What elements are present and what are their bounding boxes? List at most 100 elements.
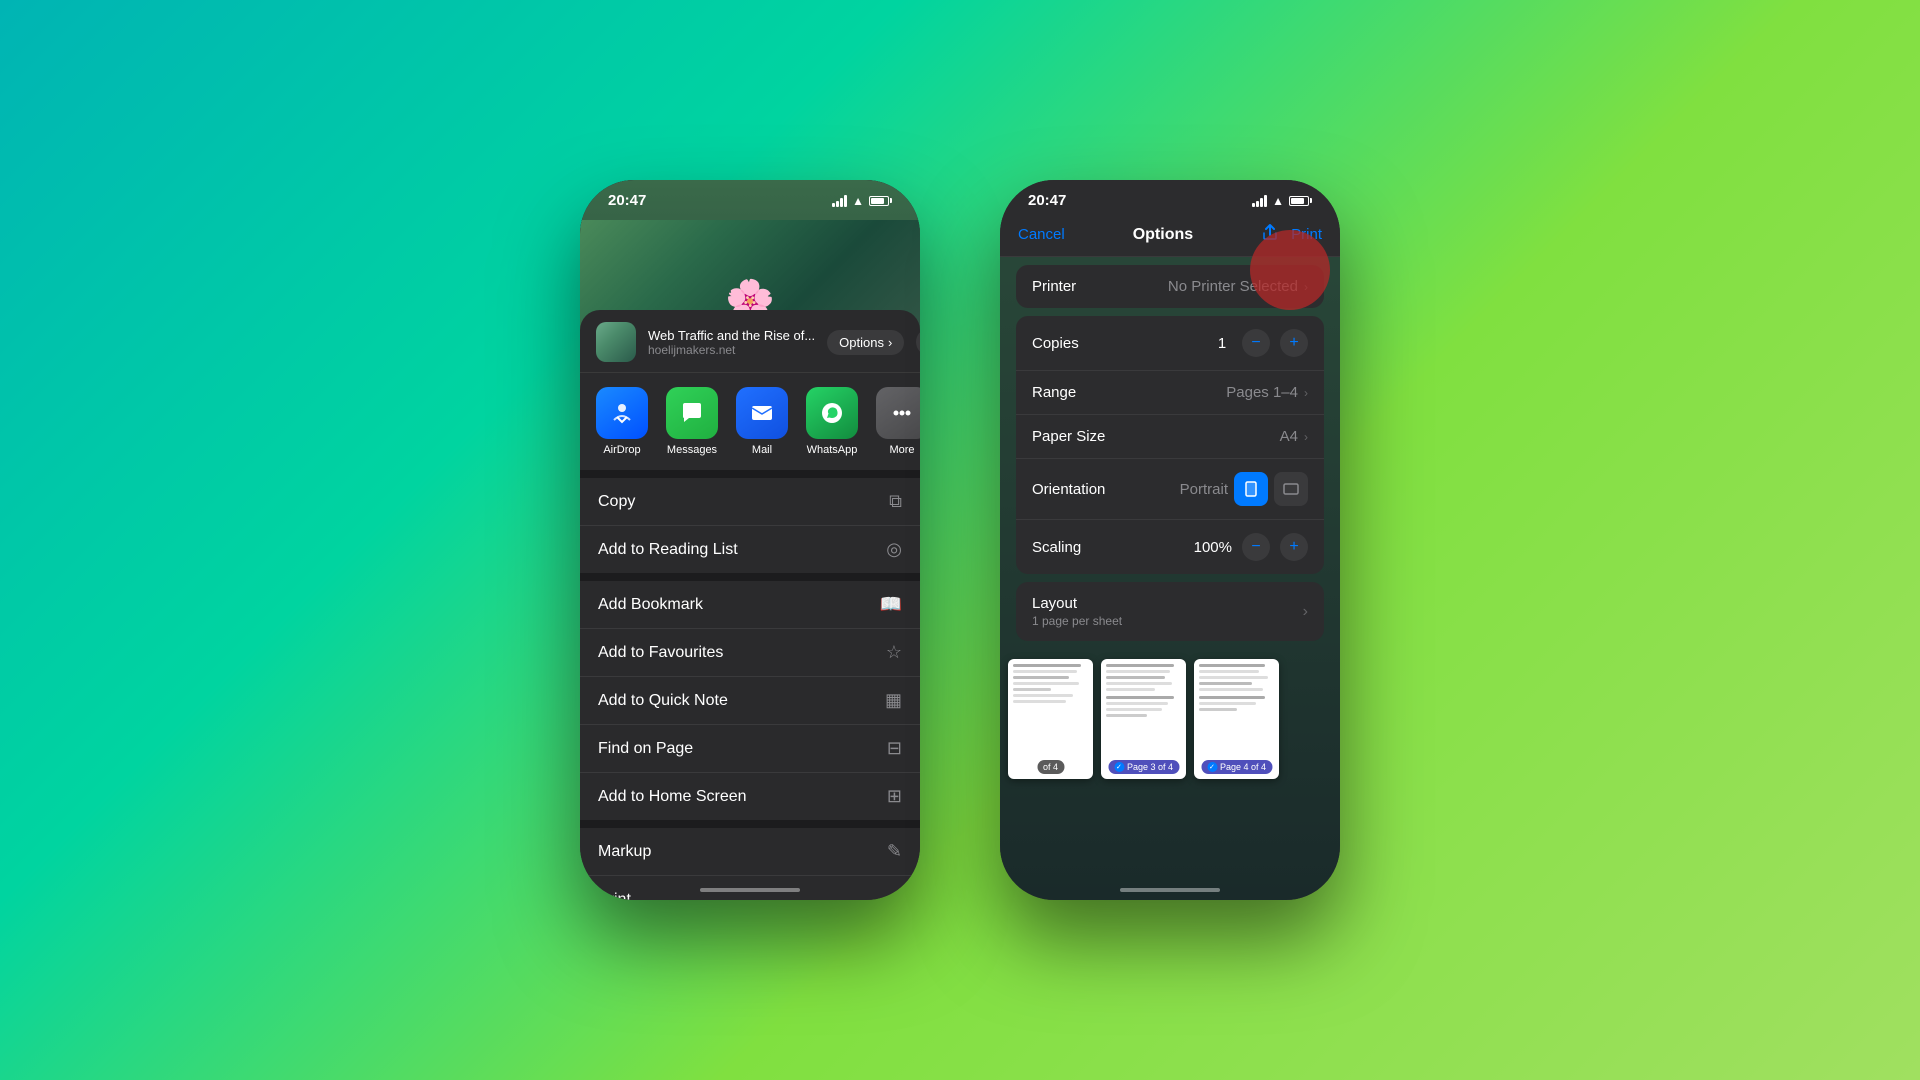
paper-chevron-icon: › bbox=[1304, 430, 1308, 444]
add-home-screen-action[interactable]: Add to Home Screen ⊞ bbox=[580, 773, 920, 820]
copies-plus-button[interactable]: + bbox=[1280, 329, 1308, 357]
whatsapp-icon bbox=[806, 387, 858, 439]
add-bookmark-action[interactable]: Add Bookmark 📖 bbox=[580, 581, 920, 629]
range-label: Range bbox=[1032, 384, 1076, 401]
landscape-button[interactable] bbox=[1274, 472, 1308, 506]
mail-icon bbox=[736, 387, 788, 439]
scaling-plus-button[interactable]: + bbox=[1280, 533, 1308, 561]
signal-icon-2 bbox=[1252, 195, 1267, 207]
share-domain: hoelijmakers.net bbox=[648, 343, 815, 357]
copies-count: 1 bbox=[1212, 335, 1232, 352]
whatsapp-share-item[interactable]: WhatsApp bbox=[806, 387, 858, 456]
scaling-label: Scaling bbox=[1032, 539, 1081, 556]
print-preview-area: of 4 bbox=[1000, 649, 1340, 789]
preview-page-3-image: ✓ Page 3 of 4 bbox=[1101, 659, 1186, 779]
status-bar-2: 20:47 ▲ bbox=[1000, 180, 1340, 213]
scaling-row: Scaling 100% − + bbox=[1016, 520, 1324, 574]
find-on-page-action[interactable]: Find on Page ⊟ bbox=[580, 725, 920, 773]
options-button[interactable]: Options › bbox=[827, 330, 904, 355]
print-icon: ⎙ bbox=[888, 889, 902, 900]
wifi-icon-1: ▲ bbox=[852, 194, 864, 208]
battery-icon-2 bbox=[1289, 196, 1312, 206]
cancel-button[interactable]: Cancel bbox=[1018, 226, 1065, 243]
check-3-icon: ✓ bbox=[1114, 762, 1124, 772]
preview-page-3[interactable]: ✓ Page 3 of 4 bbox=[1101, 659, 1186, 779]
add-bookmark-label: Add Bookmark bbox=[598, 596, 703, 614]
mail-share-item[interactable]: Mail bbox=[736, 387, 788, 456]
highlight-circle bbox=[1250, 230, 1330, 310]
layout-section: Layout 1 page per sheet › bbox=[1016, 582, 1324, 641]
reading-list-label: Add to Reading List bbox=[598, 541, 738, 559]
add-favourites-action[interactable]: Add to Favourites ☆ bbox=[580, 629, 920, 677]
paper-size-value-area: A4 › bbox=[1280, 428, 1308, 445]
preview-page-4[interactable]: ✓ Page 4 of 4 bbox=[1194, 659, 1279, 779]
add-favourites-label: Add to Favourites bbox=[598, 644, 723, 662]
messages-share-item[interactable]: Messages bbox=[666, 387, 718, 456]
paper-size-row[interactable]: Paper Size A4 › bbox=[1016, 415, 1324, 459]
close-button[interactable]: × bbox=[916, 328, 920, 356]
add-quick-note-label: Add to Quick Note bbox=[598, 692, 728, 710]
messages-icon bbox=[666, 387, 718, 439]
status-bar-1: 20:47 ▲ bbox=[580, 180, 920, 213]
share-action-list: Copy ⧉ Add to Reading List ◎ bbox=[580, 478, 920, 573]
layout-text: Layout 1 page per sheet bbox=[1032, 595, 1122, 628]
preview-page-2-image: of 4 bbox=[1008, 659, 1093, 779]
share-page-title: Web Traffic and the Rise of... bbox=[648, 328, 815, 343]
copy-action[interactable]: Copy ⧉ bbox=[580, 478, 920, 526]
time-1: 20:47 bbox=[608, 192, 646, 209]
phone-1: 🌸 20:47 ▲ bbox=[580, 180, 920, 900]
layout-sublabel: 1 page per sheet bbox=[1032, 614, 1122, 628]
share-header: Web Traffic and the Rise of... hoelijmak… bbox=[580, 310, 920, 373]
markup-action[interactable]: Markup ✎ bbox=[580, 828, 920, 876]
reading-list-action[interactable]: Add to Reading List ◎ bbox=[580, 526, 920, 573]
layout-label: Layout bbox=[1032, 595, 1122, 612]
share-title-block: Web Traffic and the Rise of... hoelijmak… bbox=[648, 328, 815, 357]
preview-page-4-image: ✓ Page 4 of 4 bbox=[1194, 659, 1279, 779]
range-value: Pages 1–4 bbox=[1226, 384, 1298, 401]
wifi-icon-2: ▲ bbox=[1272, 194, 1284, 208]
find-icon: ⊟ bbox=[887, 738, 902, 759]
home-indicator-1 bbox=[700, 888, 800, 892]
more-icon bbox=[876, 387, 920, 439]
signal-icon-1 bbox=[832, 195, 847, 207]
airdrop-label: AirDrop bbox=[603, 444, 640, 456]
preview-page-2[interactable]: of 4 bbox=[1008, 659, 1093, 779]
print-options-content: Printer No Printer Selected › Copies 1 −… bbox=[1000, 257, 1340, 789]
mail-label: Mail bbox=[752, 444, 772, 456]
orientation-label: Orientation bbox=[1032, 481, 1105, 498]
portrait-button[interactable] bbox=[1234, 472, 1268, 506]
check-4-icon: ✓ bbox=[1207, 762, 1217, 772]
orientation-row: Orientation Portrait bbox=[1016, 459, 1324, 520]
section-gap-1 bbox=[580, 470, 920, 478]
time-2: 20:47 bbox=[1028, 192, 1066, 209]
copies-stepper: 1 − + bbox=[1212, 329, 1308, 357]
orientation-portrait-label: Portrait bbox=[1180, 481, 1228, 498]
airdrop-share-item[interactable]: AirDrop bbox=[596, 387, 648, 456]
section-gap-3 bbox=[580, 820, 920, 828]
copy-icon: ⧉ bbox=[889, 491, 902, 512]
printer-label: Printer bbox=[1032, 278, 1076, 295]
print-label: Print bbox=[598, 891, 631, 901]
orientation-buttons bbox=[1234, 472, 1308, 506]
layout-row[interactable]: Layout 1 page per sheet › bbox=[1016, 582, 1324, 641]
paper-size-value: A4 bbox=[1280, 428, 1298, 445]
preview-4-label: ✓ Page 4 of 4 bbox=[1201, 760, 1272, 774]
markup-icon: ✎ bbox=[887, 841, 902, 862]
scaling-stepper: 100% − + bbox=[1194, 533, 1308, 561]
more-share-item[interactable]: More bbox=[876, 387, 920, 456]
scaling-minus-button[interactable]: − bbox=[1242, 533, 1270, 561]
find-on-page-label: Find on Page bbox=[598, 740, 693, 758]
paper-size-label: Paper Size bbox=[1032, 428, 1105, 445]
copies-minus-button[interactable]: − bbox=[1242, 329, 1270, 357]
home-indicator-2 bbox=[1120, 888, 1220, 892]
range-value-area: Pages 1–4 › bbox=[1226, 384, 1308, 401]
options-label: Options bbox=[839, 335, 884, 350]
preview-2-label: of 4 bbox=[1037, 760, 1064, 774]
range-row[interactable]: Range Pages 1–4 › bbox=[1016, 371, 1324, 415]
share-sheet: Web Traffic and the Rise of... hoelijmak… bbox=[580, 310, 920, 900]
status-icons-1: ▲ bbox=[832, 194, 892, 208]
layout-chevron-icon: › bbox=[1303, 603, 1308, 621]
share-favicon bbox=[596, 322, 636, 362]
add-quick-note-action[interactable]: Add to Quick Note ▦ bbox=[580, 677, 920, 725]
share-action-list-2: Add Bookmark 📖 Add to Favourites ☆ Add t… bbox=[580, 581, 920, 820]
